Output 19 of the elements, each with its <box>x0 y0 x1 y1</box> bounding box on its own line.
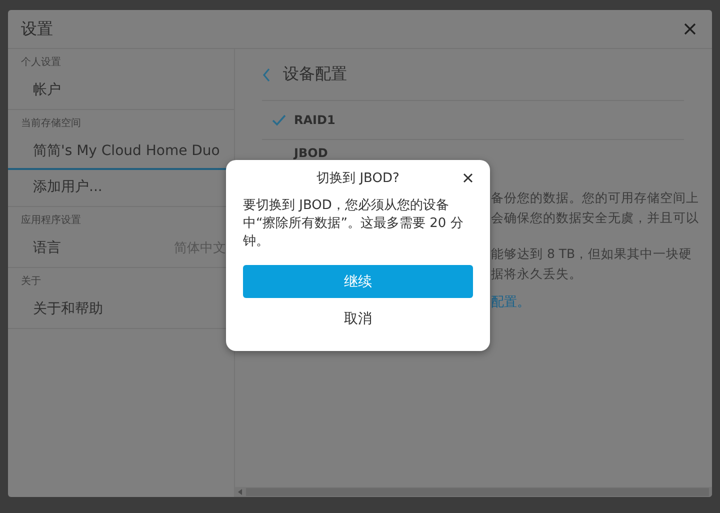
sidebar-item[interactable]: 帐户 <box>8 73 234 109</box>
checkmark-icon <box>272 114 286 126</box>
description-text: 能够达到 8 TB，但如果其中一块硬 据将永久丢失。 <box>491 245 692 283</box>
continue-button[interactable]: 继续 <box>243 265 473 298</box>
horizontal-scrollbar[interactable] <box>235 487 712 497</box>
section-heading: 个人设置 <box>20 56 62 70</box>
dialog-message: 要切换到 JBOD，您必须从您的设备中“擦除所有数据”。这最多需要 20 分钟。 <box>243 197 464 251</box>
panel-title: 设备配置 <box>283 64 347 85</box>
option-label: RAID1 <box>294 113 336 127</box>
section-heading: 关于 <box>20 274 42 289</box>
dialog-title: 切换到 JBOD? <box>316 170 400 187</box>
section-heading: 应用程序设置 <box>20 214 82 228</box>
section-heading: 当前存储空间 <box>20 116 82 131</box>
close-icon[interactable] <box>463 173 473 183</box>
cancel-button[interactable]: 取消 <box>336 306 380 332</box>
window-title: 设置 <box>21 18 53 40</box>
description-text: 备份您的数据。您的可用存储空间上 会确保您的数据安全无虞，并且可以 <box>491 189 699 227</box>
option-label: JBOD <box>294 146 328 160</box>
config-option[interactable]: RAID1 <box>262 101 684 140</box>
